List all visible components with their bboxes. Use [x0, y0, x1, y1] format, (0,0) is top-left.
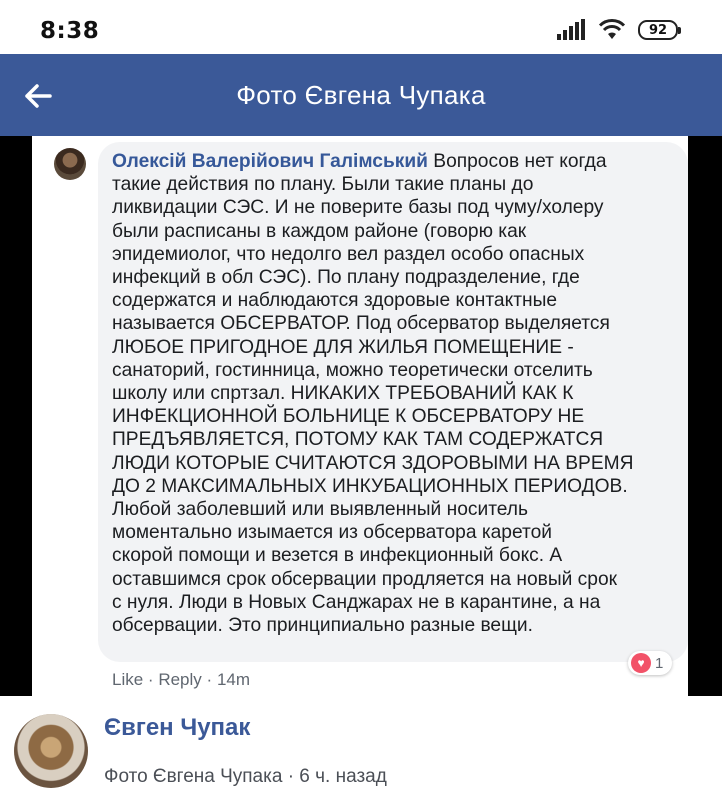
reaction-count: 1 — [655, 654, 664, 672]
comment-bubble: Олексій Валерійович Галімський Вопросов … — [98, 142, 688, 662]
page-title: Фото Євгена Чупака — [236, 80, 486, 110]
status-bar: 8:38 92 — [0, 0, 722, 54]
battery-level: 92 — [648, 22, 668, 38]
comment-text: Вопросов нет когда такие действия по пла… — [112, 151, 634, 637]
wifi-icon — [598, 19, 626, 39]
status-time: 8:38 — [40, 18, 100, 44]
reaction-badge: ♥ 1 — [628, 651, 672, 675]
comment-actions: Like · Reply · 14m — [112, 670, 250, 690]
like-link: Like — [112, 670, 144, 689]
screenshot-image: Олексій Валерійович Галімський Вопросов … — [32, 136, 688, 696]
comment-time: 14m — [216, 670, 251, 689]
photo-viewer[interactable]: Олексій Валерійович Галімський Вопросов … — [0, 136, 722, 696]
post-meta: Фото Євгена Чупака · 6 ч. назад — [104, 766, 387, 787]
battery-icon: 92 — [638, 20, 681, 40]
author-name[interactable]: Євген Чупак — [104, 714, 250, 742]
avatar[interactable] — [14, 714, 88, 788]
separator: · — [206, 670, 213, 689]
status-icons: 92 — [556, 17, 681, 43]
heart-icon: ♥ — [631, 653, 651, 673]
comment-author: Олексій Валерійович Галімський — [112, 151, 428, 172]
reply-link: Reply — [158, 670, 202, 689]
signal-icon — [557, 19, 585, 40]
commenter-avatar — [54, 148, 86, 180]
post-footer: Євген Чупак Фото Євгена Чупака · 6 ч. на… — [0, 696, 722, 800]
comment-body: Олексій Валерійович Галімський Вопросов … — [112, 150, 680, 637]
app-bar: Фото Євгена Чупака — [0, 54, 722, 136]
separator: · — [147, 670, 154, 689]
